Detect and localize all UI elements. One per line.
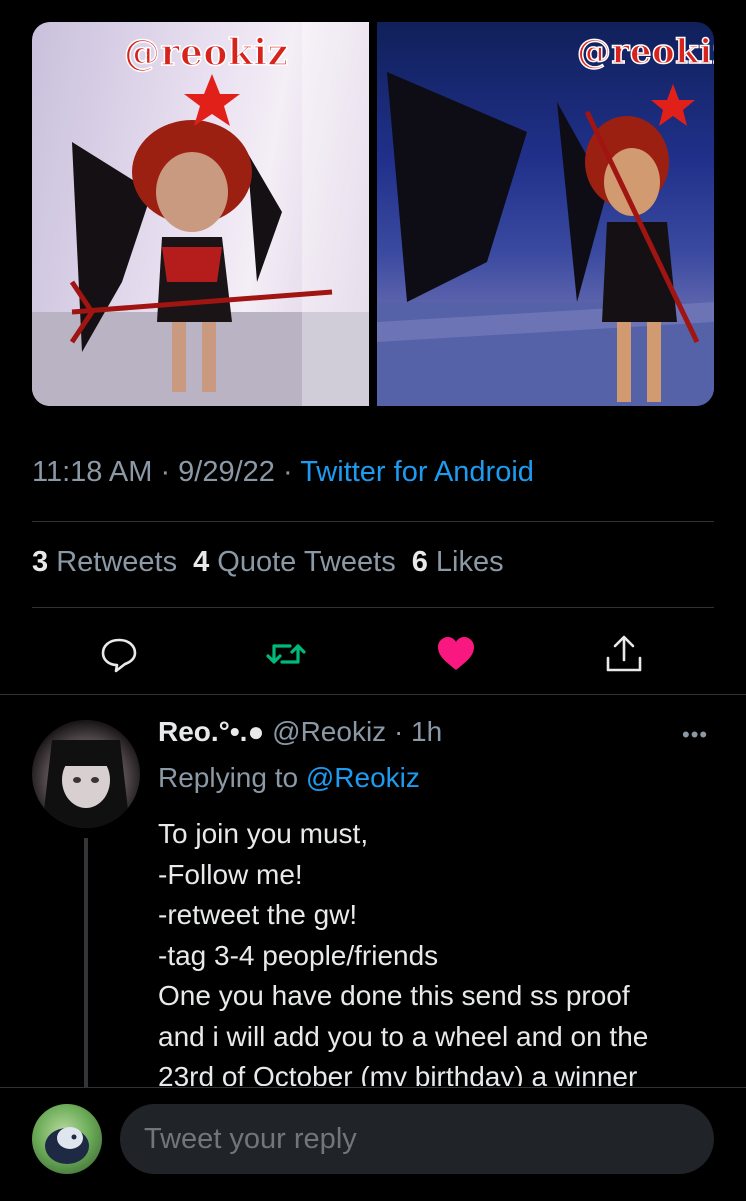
reply-author: Reo.°•.● @Reokiz · 1h bbox=[158, 716, 442, 748]
speech-bubble-icon bbox=[101, 638, 137, 673]
reply-input[interactable] bbox=[120, 1104, 714, 1174]
reply-line: To join you must, bbox=[158, 818, 369, 849]
share-upload-icon bbox=[606, 635, 642, 672]
author-handle-time[interactable]: @Reokiz · 1h bbox=[272, 716, 442, 747]
divider bbox=[0, 694, 746, 695]
reply-line: One you have done this send ss proof bbox=[158, 980, 630, 1011]
quotes-label: Quote Tweets bbox=[217, 546, 396, 578]
replying-to-link[interactable]: @Reokiz bbox=[306, 762, 420, 793]
reply-line: -retweet the gw! bbox=[158, 899, 358, 930]
tweet-source-link[interactable]: Twitter for Android bbox=[300, 456, 534, 488]
more-options-icon[interactable]: ••• bbox=[682, 722, 708, 748]
replying-to: Replying to @Reokiz bbox=[158, 762, 420, 794]
media-image-right[interactable]: @reokiz bbox=[377, 22, 714, 406]
author-display-name[interactable]: Reo.°•.● bbox=[158, 716, 264, 747]
replying-prefix: Replying to bbox=[158, 762, 306, 793]
watermark-text: @reokiz bbox=[123, 31, 289, 75]
compose-reply-bar bbox=[0, 1087, 746, 1201]
avatar-render-illustration bbox=[377, 72, 714, 406]
watermark-text: @reokiz bbox=[576, 31, 714, 73]
divider bbox=[32, 607, 714, 608]
reply-line: 23rd of October (my birthday) a winner bbox=[158, 1061, 638, 1086]
retweet-button[interactable] bbox=[266, 634, 306, 674]
likes-label: Likes bbox=[435, 546, 504, 578]
tweet-date[interactable]: 9/29/22 bbox=[178, 456, 275, 488]
quotes-count: 4 bbox=[193, 546, 210, 578]
share-button[interactable] bbox=[604, 634, 644, 674]
tweet-timestamp: 11:18 AM · 9/29/22 · Twitter for Android bbox=[32, 456, 534, 489]
avatar-render-illustration bbox=[32, 22, 369, 406]
reply-text: To join you must, -Follow me! -retweet t… bbox=[158, 814, 728, 1086]
separator-dot: · bbox=[274, 456, 301, 488]
tweet-stats: 3 Retweets 4 Quote Tweets 6 Likes bbox=[32, 546, 504, 579]
avatar-portrait bbox=[44, 740, 128, 828]
likes-count: 6 bbox=[411, 546, 428, 578]
retweets-count: 3 bbox=[32, 546, 49, 578]
tweet-time[interactable]: 11:18 AM bbox=[32, 456, 152, 488]
retweet-arrows-icon bbox=[266, 644, 306, 664]
like-button[interactable] bbox=[436, 634, 476, 674]
reply-line: -Follow me! bbox=[158, 858, 303, 890]
divider bbox=[32, 521, 714, 522]
heart-filled-icon bbox=[438, 637, 474, 670]
reply-line: and i will add you to a wheel and on the bbox=[158, 1020, 649, 1052]
media-image-left[interactable]: @reokiz bbox=[32, 22, 369, 406]
quotes-stat[interactable]: 4 Quote Tweets bbox=[193, 546, 396, 578]
likes-stat[interactable]: 6 Likes bbox=[412, 546, 504, 578]
tweet-media-grid: @reokiz @reokiz bbox=[32, 22, 714, 406]
reply-button[interactable] bbox=[99, 634, 139, 674]
separator-dot: · bbox=[152, 456, 179, 488]
current-user-avatar[interactable] bbox=[32, 1104, 102, 1174]
retweets-label: Retweets bbox=[56, 546, 178, 578]
avatar[interactable] bbox=[32, 720, 140, 828]
thread-connector-line bbox=[84, 838, 88, 1088]
avatar-portrait bbox=[45, 1127, 89, 1164]
reply-line: -tag 3-4 people/friends bbox=[158, 939, 439, 971]
retweets-stat[interactable]: 3 Retweets bbox=[32, 546, 177, 578]
